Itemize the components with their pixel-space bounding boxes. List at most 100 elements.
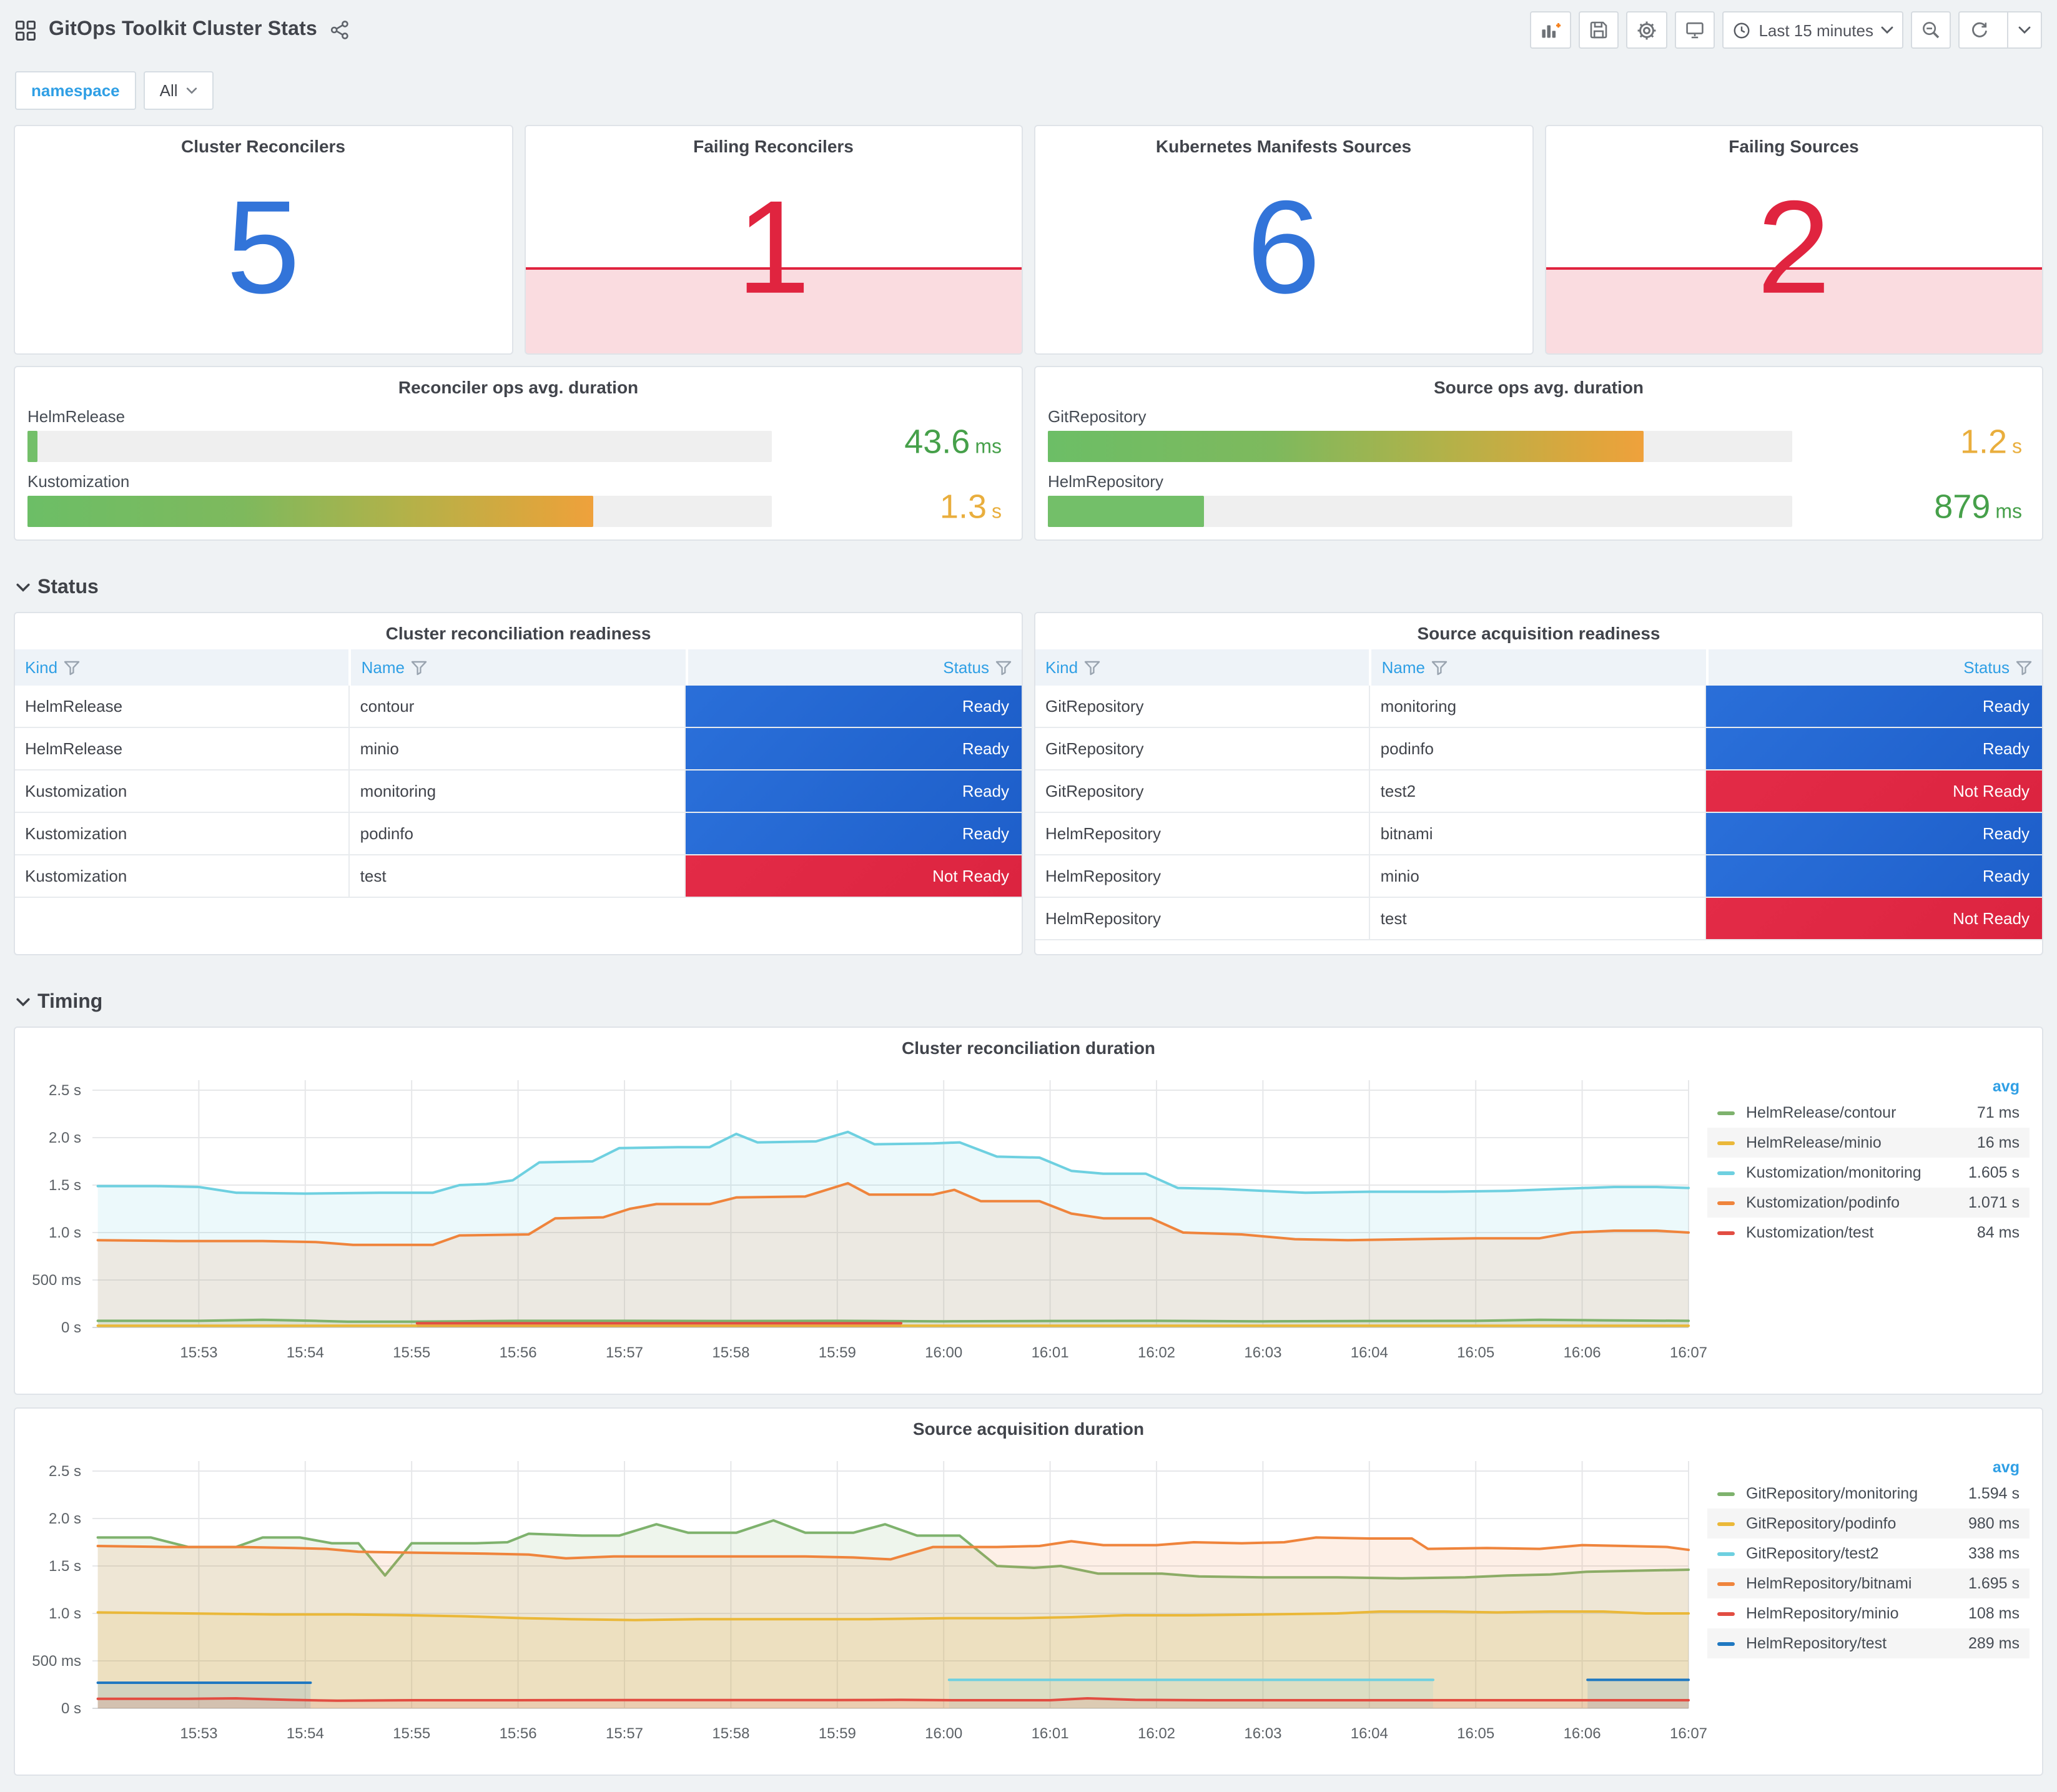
cluster-reconciliation-duration-panel[interactable]: Cluster reconciliation duration 0 s 500 ms… (14, 1026, 2043, 1395)
status-section-label: Status (37, 577, 99, 598)
legend-item[interactable]: Kustomization/podinfo 1.071 s (1707, 1188, 2030, 1218)
stat-panel-1: Cluster Reconcilers 5 (14, 125, 513, 355)
table-column-header-name[interactable]: Name (1369, 649, 1706, 686)
source-acquisition-duration-panel[interactable]: Source acquisition duration 0 s 500 ms 1.0 … (14, 1407, 2043, 1776)
gauge-value-unit: s (992, 501, 1002, 523)
share-icon[interactable] (330, 20, 350, 40)
time-range-picker[interactable]: Last 15 minutes (1722, 11, 1903, 49)
gauge-value-unit: ms (975, 436, 1002, 458)
table-column-header-kind[interactable]: Kind (15, 649, 349, 686)
legend-avg-value: 16 ms (1976, 1134, 2020, 1151)
chevron-down-icon (187, 87, 197, 94)
legend-series-name[interactable]: Kustomization/monitoring (1746, 1164, 1968, 1181)
svg-text:15:53: 15:53 (180, 1344, 217, 1361)
cycle-view-mode-button[interactable] (1675, 11, 1715, 49)
legend-series-name[interactable]: HelmRelease/contour (1746, 1104, 1977, 1121)
table-panel-title: Source acquisition readiness (1417, 623, 1660, 643)
kind-cell: Kustomization (15, 813, 350, 854)
table-column-header-status[interactable]: Status (685, 649, 1022, 686)
namespace-variable-select[interactable]: All (143, 71, 214, 110)
svg-text:0 s: 0 s (61, 1700, 81, 1717)
filter-icon[interactable] (411, 660, 427, 675)
chart-title: Cluster reconciliation duration (901, 1038, 1156, 1058)
filter-icon[interactable] (1084, 660, 1100, 675)
gauge-row-label: GitRepository (1048, 407, 1147, 426)
legend-item[interactable]: GitRepository/test2 338 ms (1707, 1538, 2030, 1568)
refresh-icon[interactable] (1960, 12, 2000, 47)
legend-item[interactable]: HelmRepository/bitnami 1.695 s (1707, 1568, 2030, 1598)
legend-item[interactable]: HelmRelease/contour 71 ms (1707, 1098, 2030, 1128)
table-column-header-kind[interactable]: Kind (1035, 649, 1369, 686)
legend-series-name[interactable]: Kustomization/test (1746, 1224, 1977, 1241)
table-row: HelmRelease contour Ready (15, 686, 1022, 728)
table-column-header-status[interactable]: Status (1705, 649, 2042, 686)
legend-series-name[interactable]: HelmRepository/test (1746, 1635, 1968, 1652)
filter-icon[interactable] (64, 660, 80, 675)
bar-gauge-fill (1048, 496, 1205, 527)
legend-item[interactable]: Kustomization/test 84 ms (1707, 1218, 2030, 1248)
svg-text:1.5 s: 1.5 s (49, 1558, 81, 1575)
dashboards-grid-icon[interactable] (15, 19, 36, 41)
legend-series-swatch (1717, 1642, 1735, 1645)
filter-icon[interactable] (1431, 660, 1448, 675)
name-cell: contour (350, 686, 686, 727)
chart-title: Source acquisition duration (912, 1419, 1145, 1439)
save-dashboard-button[interactable] (1579, 11, 1619, 49)
svg-text:15:55: 15:55 (393, 1344, 430, 1361)
svg-text:16:05: 16:05 (1457, 1344, 1494, 1361)
legend-item[interactable]: HelmRepository/test 289 ms (1707, 1628, 2030, 1658)
zoom-out-time-button[interactable] (1911, 11, 1951, 49)
status-cell: Not Ready (685, 855, 1022, 897)
name-cell: test (350, 855, 686, 897)
legend-avg-value: 84 ms (1976, 1224, 2020, 1241)
legend-series-name[interactable]: GitRepository/monitoring (1746, 1485, 1968, 1502)
table-row: Kustomization monitoring Ready (15, 770, 1022, 813)
legend-avg-value: 338 ms (1968, 1545, 2020, 1562)
legend-series-name[interactable]: GitRepository/podinfo (1746, 1515, 1968, 1532)
legend-series-swatch (1717, 1492, 1735, 1495)
refresh-interval-dropdown[interactable] (2007, 12, 2041, 47)
legend-item[interactable]: HelmRepository/minio 108 ms (1707, 1598, 2030, 1628)
legend-item[interactable]: Kustomization/monitoring 1.605 s (1707, 1158, 2030, 1188)
svg-text:16:04: 16:04 (1351, 1725, 1388, 1742)
gauge-row-label: HelmRepository (1048, 472, 1163, 491)
legend-series-name[interactable]: HelmRelease/minio (1746, 1134, 1977, 1151)
dashboard-settings-button[interactable] (1626, 11, 1668, 49)
status-cell: Ready (1705, 728, 2042, 769)
svg-text:16:06: 16:06 (1564, 1725, 1601, 1742)
legend-series-name[interactable]: HelmRepository/bitnami (1746, 1575, 1968, 1592)
table-row: HelmRepository test Not Ready (1035, 898, 2042, 940)
status-cell: Ready (685, 728, 1022, 769)
legend-avg-header[interactable]: avg (1707, 1075, 2030, 1098)
svg-text:1.0 s: 1.0 s (49, 1224, 81, 1241)
add-panel-button[interactable] (1530, 11, 1572, 49)
filter-icon[interactable] (995, 660, 1012, 675)
svg-text:16:03: 16:03 (1244, 1725, 1281, 1742)
legend-item[interactable]: GitRepository/podinfo 980 ms (1707, 1509, 2030, 1538)
svg-text:15:58: 15:58 (712, 1344, 749, 1361)
legend-item[interactable]: GitRepository/monitoring 1.594 s (1707, 1479, 2030, 1509)
dashboard: GitOps Toolkit Cluster Stats Last 15 min… (0, 0, 2057, 1792)
svg-text:16:00: 16:00 (925, 1725, 962, 1742)
legend-series-name[interactable]: HelmRepository/minio (1746, 1605, 1968, 1622)
legend-avg-header[interactable]: avg (1707, 1456, 2030, 1479)
table-row: Kustomization podinfo Ready (15, 813, 1022, 855)
legend-item[interactable]: HelmRelease/minio 16 ms (1707, 1128, 2030, 1158)
table-row: GitRepository monitoring Ready (1035, 686, 2042, 728)
legend-series-name[interactable]: GitRepository/test2 (1746, 1545, 1968, 1562)
table-column-header-name[interactable]: Name (348, 649, 686, 686)
dashboard-header: GitOps Toolkit Cluster Stats Last 15 min… (0, 0, 2057, 52)
timing-section-toggle[interactable]: Timing (14, 967, 2043, 1026)
tables-row: Cluster reconciliation readiness Kind Name… (14, 612, 2043, 955)
status-cell: Not Ready (1705, 898, 2042, 939)
namespace-variable-label[interactable]: namespace (15, 71, 136, 110)
kind-cell: GitRepository (1035, 770, 1371, 812)
refresh-button-group[interactable] (1958, 11, 2042, 49)
stat-title: Failing Sources (1729, 136, 1859, 156)
table-row: GitRepository podinfo Ready (1035, 728, 2042, 770)
legend-avg-value: 289 ms (1968, 1635, 2020, 1652)
stat-title: Failing Reconcilers (693, 136, 854, 156)
status-section-toggle[interactable]: Status (14, 552, 2043, 612)
filter-icon[interactable] (2016, 660, 2032, 675)
legend-series-name[interactable]: Kustomization/podinfo (1746, 1194, 1968, 1211)
